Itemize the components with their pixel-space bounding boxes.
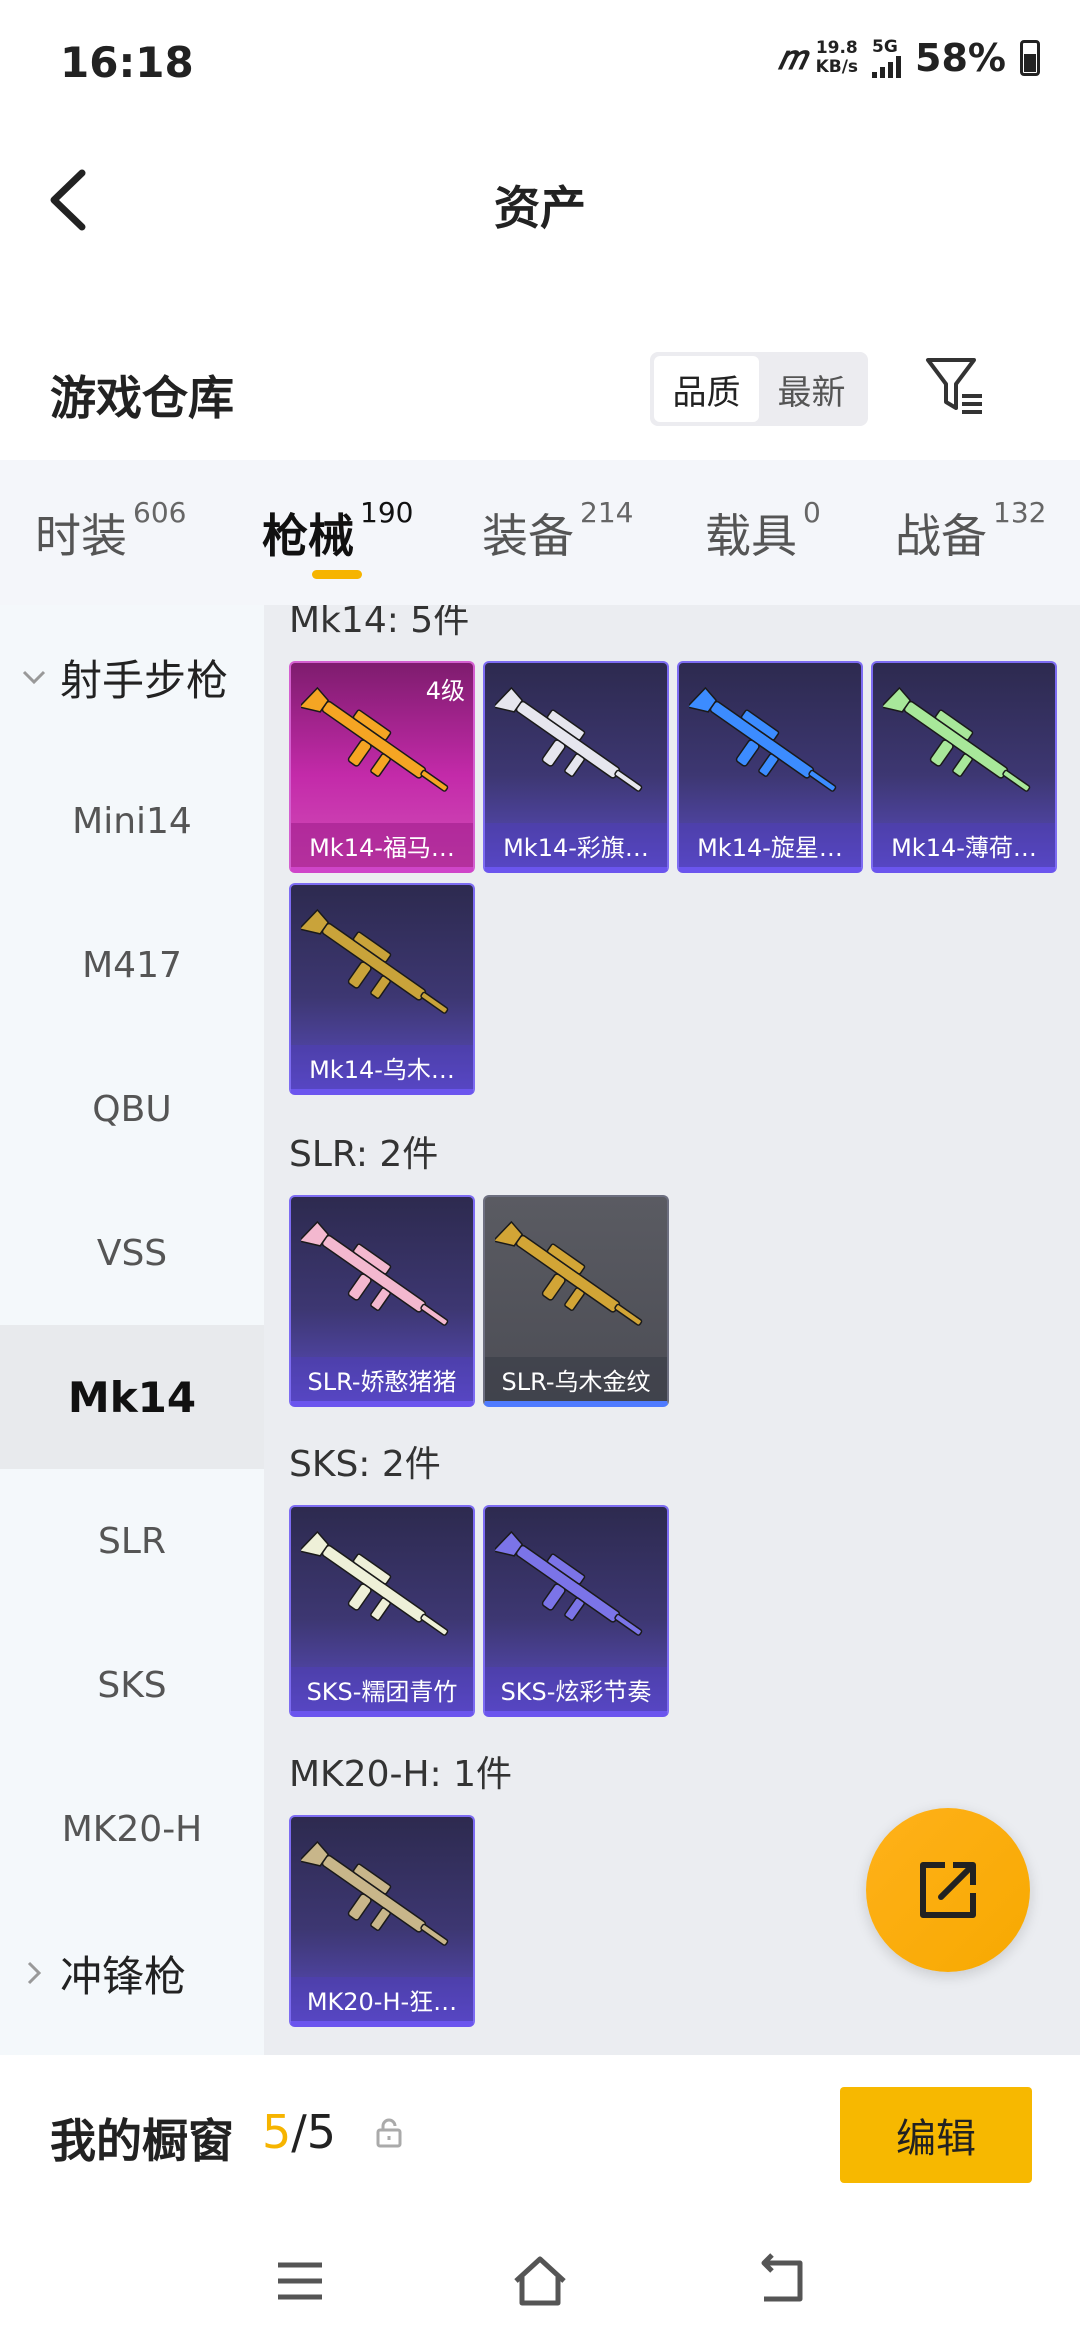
weapon-name: Mk14-薄荷… [873,823,1055,867]
weapon-card[interactable]: MK20-H-狂… [289,1815,475,2027]
weapon-card[interactable]: SKS-糯团青竹 [289,1505,475,1717]
sidebar-item-m417[interactable]: M417 [0,893,264,1037]
showcase-total: /5 [291,2105,337,2159]
level-badge: 4级 [425,677,465,705]
share-icon [920,1862,976,1918]
edit-button[interactable]: 编辑 [840,2087,1032,2183]
sidebar-group-label: 冲锋枪 [60,1951,187,2001]
tab-fashion[interactable]: 时装 606 [35,496,186,566]
section-title-slr: SLR: 2件 [289,1134,439,1175]
weapon-name: SLR-乌木金纹 [485,1357,667,1401]
weapon-card[interactable]: 4级 Mk14-福马… [289,661,475,873]
rifle-skin-icon [301,1840,449,1946]
showcase-count: 5/5 [262,2105,336,2159]
status-indicators: 𝑚 19.8 KB/s 5G 58% [778,36,1040,80]
weapon-name: SKS-糯团青竹 [291,1667,473,1711]
sort-option-quality[interactable]: 品质 [654,356,759,422]
tab-equipment[interactable]: 装备 214 [482,496,633,566]
tab-label: 装备 [482,509,574,563]
tab-label: 时装 [35,509,127,563]
weapon-name: SKS-炫彩节奏 [485,1667,667,1711]
header: 资产 [0,120,1080,280]
weapon-name: SLR-娇憨猪猪 [291,1357,473,1401]
system-nav-bar [0,2215,1080,2344]
chevron-right-icon [27,1961,42,1985]
tab-vehicles[interactable]: 载具 0 [705,496,821,566]
section-title-mk20h: MK20-H: 1件 [289,1754,513,1795]
weapon-card[interactable]: Mk14-旋星… [677,661,863,873]
tab-count: 190 [360,496,414,529]
sort-toggle: 品质 最新 [650,352,868,426]
back-icon[interactable] [752,2253,808,2309]
weapon-name: Mk14-乌木… [291,1045,473,1089]
rifle-skin-icon [495,1220,643,1326]
weapon-name: Mk14-彩旗… [485,823,667,867]
weapon-card[interactable]: SLR-娇憨猪猪 [289,1195,475,1407]
network-speed-logo-icon: 𝑚 [777,38,806,78]
section-title-mk14: Mk14: 5件 [289,605,470,641]
weapon-name: Mk14-福马… [291,823,473,867]
battery-percent: 58% [915,36,1006,80]
rifle-skin-icon [883,686,1031,792]
showcase-label: 我的橱窗 [50,2114,234,2168]
showcase-bar: 我的橱窗 5/5 编辑 [0,2055,1080,2215]
sidebar-item-mini14[interactable]: Mini14 [0,749,264,893]
rifle-skin-icon [495,1530,643,1636]
tab-count: 606 [133,496,187,529]
active-tab-indicator [312,570,362,579]
tab-count: 214 [580,496,634,529]
weapon-card[interactable]: Mk14-薄荷… [871,661,1057,873]
page-title: 资产 [494,181,586,235]
sort-option-newest[interactable]: 最新 [759,356,864,422]
sidebar-group-label: 射手步枪 [60,655,229,705]
network-speed: 19.8 KB/s [816,39,858,77]
tab-label: 载具 [705,509,797,563]
share-button[interactable] [866,1808,1030,1972]
warehouse-title: 游戏仓库 [50,371,234,425]
filter-icon[interactable] [922,354,986,418]
tab-label: 战备 [895,509,987,563]
sidebar-group-marksman-rifles[interactable]: 射手步枪 [0,605,264,749]
network-type: 5G [872,37,898,57]
tab-label: 枪械 [262,509,354,563]
signal-icon: 5G [872,37,902,78]
rifle-skin-icon [689,686,837,792]
menu-icon[interactable] [272,2253,328,2309]
section-title-sks: SKS: 2件 [289,1444,441,1485]
tab-count: 132 [993,496,1047,529]
weapon-sidebar: 射手步枪 Mini14 M417 QBU VSS Mk14 SLR SKS MK… [0,605,264,2055]
sidebar-item-mk20h[interactable]: MK20-H [0,1757,264,1901]
tab-firearms[interactable]: 枪械 190 [262,496,413,566]
network-speed-unit: KB/s [815,57,859,77]
rifle-skin-icon [301,908,449,1014]
lock-icon [376,2118,402,2148]
weapon-card[interactable]: Mk14-乌木… [289,883,475,1095]
weapon-card[interactable]: SKS-炫彩节奏 [483,1505,669,1717]
weapon-name: MK20-H-狂… [291,1977,473,2021]
showcase-current: 5 [262,2105,292,2159]
category-tabs: 时装 606 枪械 190 装备 214 载具 0 战备 132 [0,460,1080,605]
home-icon[interactable] [512,2253,568,2309]
network-speed-value: 19.8 [815,38,858,58]
rifle-skin-icon [495,686,643,792]
sidebar-item-vss[interactable]: VSS [0,1181,264,1325]
sidebar-item-sks[interactable]: SKS [0,1613,264,1757]
weapon-card[interactable]: SLR-乌木金纹 [483,1195,669,1407]
status-bar: 16:18 𝑚 19.8 KB/s 5G 58% [0,0,1080,120]
chevron-down-icon [22,670,46,685]
rifle-skin-icon [301,1220,449,1326]
warehouse-header: 游戏仓库 品质 最新 [0,340,1080,460]
battery-icon [1020,40,1040,76]
rifle-skin-icon [301,1530,449,1636]
tab-count: 0 [803,496,821,529]
sidebar-group-smg[interactable]: 冲锋枪 [0,1901,264,2045]
status-time: 16:18 [60,38,194,87]
sidebar-item-qbu[interactable]: QBU [0,1037,264,1181]
weapon-card[interactable]: Mk14-彩旗… [483,661,669,873]
tab-combat-gear[interactable]: 战备 132 [895,496,1046,566]
sidebar-item-slr[interactable]: SLR [0,1469,264,1613]
weapon-name: Mk14-旋星… [679,823,861,867]
sidebar-item-mk14[interactable]: Mk14 [0,1325,264,1469]
